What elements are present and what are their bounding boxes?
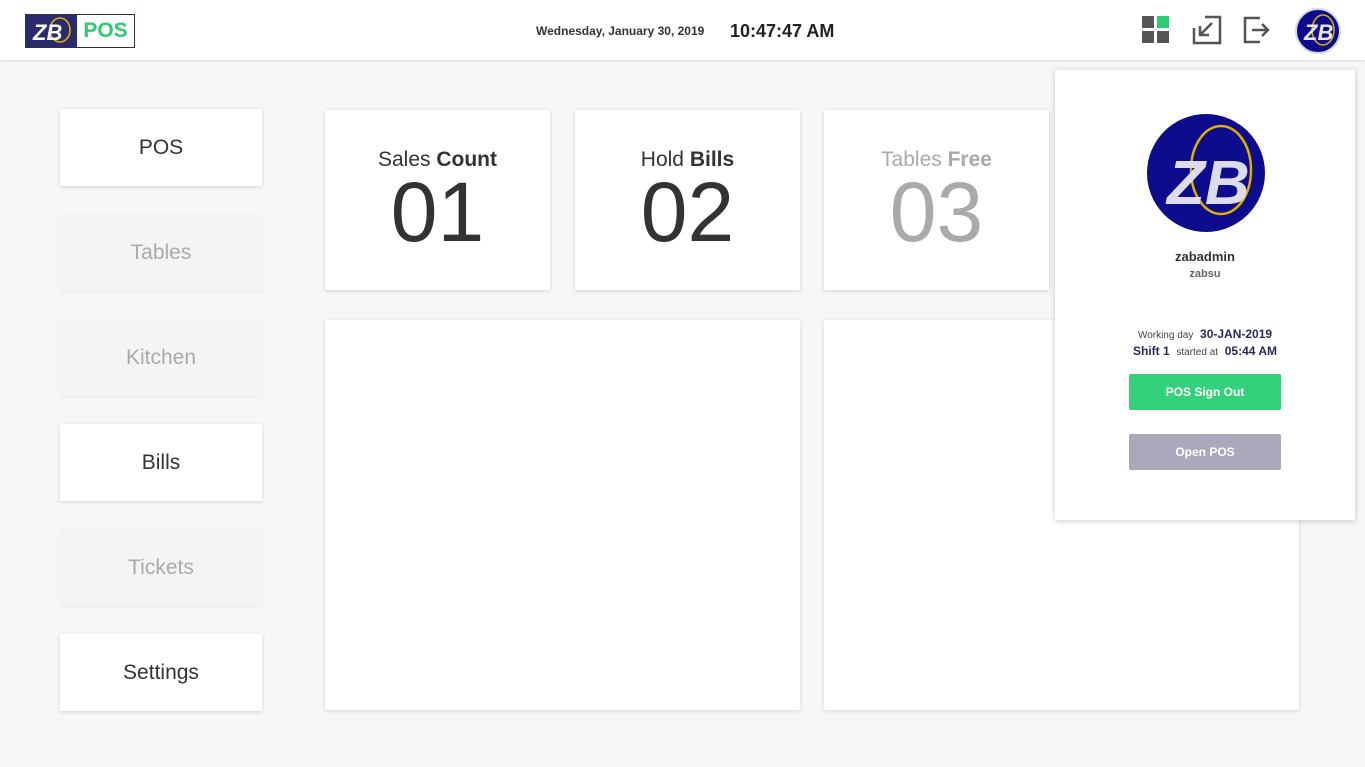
- svg-text:ZB: ZB: [1303, 20, 1333, 45]
- sidebar-item-pos[interactable]: POS: [60, 109, 262, 186]
- sidebar-item-settings[interactable]: Settings: [60, 634, 262, 711]
- tables-free-value: 03: [889, 165, 984, 259]
- hold-bills-value: 02: [640, 165, 735, 259]
- top-header: ZB POS Wednesday, January 30, 2019 10:47…: [0, 0, 1365, 60]
- sales-count-value: 01: [390, 165, 485, 259]
- sidebar-item-tickets[interactable]: Tickets: [60, 529, 262, 606]
- shift-info: Shift 1 started at 05:44 AM: [1133, 344, 1277, 358]
- dashboard-grid-icon[interactable]: [1141, 15, 1171, 45]
- profile-avatar-icon: ZB: [1147, 114, 1265, 232]
- tables-free-card: Tables Free 03: [824, 110, 1049, 290]
- profile-dropdown: ZB zabadmin zabsu Working day 30-JAN-201…: [1055, 70, 1355, 520]
- sidebar-item-bills[interactable]: Bills: [60, 424, 262, 501]
- current-time: 10:47:47 AM: [730, 21, 835, 41]
- profile-username: zabadmin: [1175, 249, 1235, 264]
- sidebar-item-tables[interactable]: Tables: [60, 214, 262, 291]
- svg-text:ZB: ZB: [32, 20, 62, 45]
- hold-bills-card: Hold Bills 02: [575, 110, 800, 290]
- minimize-window-icon[interactable]: [1192, 15, 1222, 45]
- zb-logo-mark: ZB: [26, 15, 77, 47]
- working-day-info: Working day 30-JAN-2019: [1137, 327, 1273, 341]
- logo-pos-text: POS: [83, 19, 128, 42]
- pos-sign-out-button[interactable]: POS Sign Out: [1129, 374, 1281, 410]
- user-avatar-icon[interactable]: ZB: [1295, 8, 1341, 54]
- left-content-panel: [325, 320, 800, 710]
- sidebar-item-kitchen[interactable]: Kitchen: [60, 319, 262, 396]
- exit-icon[interactable]: [1242, 15, 1272, 45]
- open-pos-button[interactable]: Open POS: [1129, 434, 1281, 470]
- svg-text:ZB: ZB: [1165, 149, 1250, 218]
- sales-count-card: Sales Count 01: [325, 110, 550, 290]
- current-date: Wednesday, January 30, 2019: [536, 24, 705, 38]
- app-logo[interactable]: ZB POS: [25, 14, 135, 48]
- profile-group: zabsu: [1189, 268, 1221, 280]
